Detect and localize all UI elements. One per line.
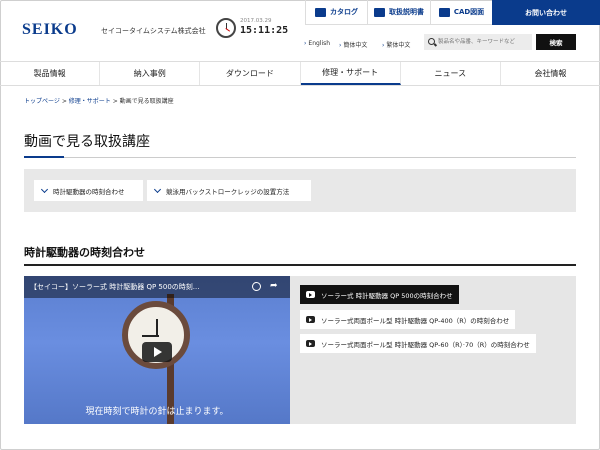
video-link-qp400[interactable]: ソーラー式両面ポール型 時計駆動器 QP-400（R）の時刻合わせ <box>300 310 516 329</box>
main-nav: 製品情報 納入事例 ダウンロード 修理・サポート ニュース 会社情報 <box>0 61 600 86</box>
cad-label: CAD図面 <box>453 8 485 16</box>
catalog-button[interactable]: カタログ <box>305 0 367 25</box>
clock-hand <box>142 335 159 337</box>
clock-hand <box>156 319 158 336</box>
cad-button[interactable]: CAD図面 <box>430 0 492 25</box>
breadcrumb-home[interactable]: トップページ <box>24 98 60 105</box>
anchor-link-backstroke[interactable]: 競泳用バックストロークレッジの設置方法 <box>147 180 311 201</box>
title-divider <box>24 157 576 158</box>
search-button[interactable]: 検索 <box>536 34 576 50</box>
video-link-label: ソーラー式両面ポール型 時計駆動器 QP-400（R）の時刻合わせ <box>321 316 510 325</box>
contact-button[interactable]: お問い合わせ <box>492 0 600 25</box>
video-link-qp60-70[interactable]: ソーラー式両面ポール型 時計駆動器 QP-60（R）·70（R）の時刻合わせ <box>300 334 536 353</box>
youtube-icon <box>306 316 315 323</box>
manual-icon <box>374 7 385 17</box>
video-link-label: ソーラー式両面ポール型 時計駆動器 QP-60（R）·70（R）の時刻合わせ <box>321 340 530 349</box>
youtube-icon <box>306 340 315 347</box>
cad-icon <box>438 7 450 17</box>
chevron-down-icon <box>153 185 162 193</box>
lang-english[interactable]: English <box>304 40 330 47</box>
lang-simplified-chinese[interactable]: 簡体中文 <box>339 40 367 49</box>
nav-cases[interactable]: 納入事例 <box>100 62 201 85</box>
play-icon[interactable] <box>142 342 172 362</box>
clock-icon <box>216 18 236 38</box>
anchor-link-label: 時計駆動器の時刻合わせ <box>53 187 125 196</box>
nav-download[interactable]: ダウンロード <box>200 62 301 85</box>
section-title: 時計駆動器の時刻合わせ <box>24 246 145 259</box>
nav-support[interactable]: 修理・サポート <box>300 62 401 85</box>
video-title[interactable]: 【セイコー】ソーラー式 時計駆動器 QP 500の時刻... <box>30 282 260 292</box>
current-date: 2017.03.29 <box>240 18 272 24</box>
manual-button[interactable]: 取扱説明書 <box>367 0 430 25</box>
company-name: セイコータイムシステム株式会社 <box>101 27 206 35</box>
manual-label: 取扱説明書 <box>389 8 424 16</box>
breadcrumb: トップページ > 修理・サポート > 動画で見る取扱講座 <box>24 96 174 105</box>
header: SEIKO セイコータイムシステム株式会社 2017.03.29 15:11:2… <box>0 0 600 60</box>
video-link-qp500[interactable]: ソーラー式 時計駆動器 QP 500の時刻合わせ <box>300 285 459 304</box>
seiko-logo[interactable]: SEIKO <box>22 21 78 39</box>
title-accent-bar <box>24 156 64 158</box>
breadcrumb-separator: > <box>112 98 118 105</box>
video-link-label: ソーラー式 時計駆動器 QP 500の時刻合わせ <box>321 291 453 300</box>
chevron-down-icon <box>40 185 49 193</box>
search-icon <box>428 38 435 45</box>
catalog-label: カタログ <box>330 8 358 16</box>
nav-products[interactable]: 製品情報 <box>0 62 101 85</box>
video-player[interactable]: 【セイコー】ソーラー式 時計駆動器 QP 500の時刻... ➦ 現在時刻で時計… <box>24 276 290 424</box>
current-time: 15:11:25 <box>240 25 289 36</box>
breadcrumb-separator: > <box>61 98 67 105</box>
anchor-link-label: 競泳用バックストロークレッジの設置方法 <box>166 187 290 196</box>
section-divider <box>24 264 576 266</box>
anchor-link-clock-setting[interactable]: 時計駆動器の時刻合わせ <box>34 180 143 201</box>
watch-later-icon[interactable] <box>252 282 261 291</box>
share-icon[interactable]: ➦ <box>270 281 278 291</box>
book-icon <box>315 7 326 17</box>
search-input[interactable] <box>424 34 532 50</box>
lang-traditional-chinese[interactable]: 繁体中文 <box>382 40 410 49</box>
youtube-icon <box>306 291 315 298</box>
breadcrumb-support[interactable]: 修理・サポート <box>69 98 111 105</box>
breadcrumb-current: 動画で見る取扱講座 <box>119 98 174 105</box>
page-title: 動画で見る取扱講座 <box>24 134 150 150</box>
video-subtitle: 現在時刻で時計の針は止まります。 <box>85 407 229 417</box>
nav-company[interactable]: 会社情報 <box>501 62 600 85</box>
nav-news[interactable]: ニュース <box>401 62 501 85</box>
